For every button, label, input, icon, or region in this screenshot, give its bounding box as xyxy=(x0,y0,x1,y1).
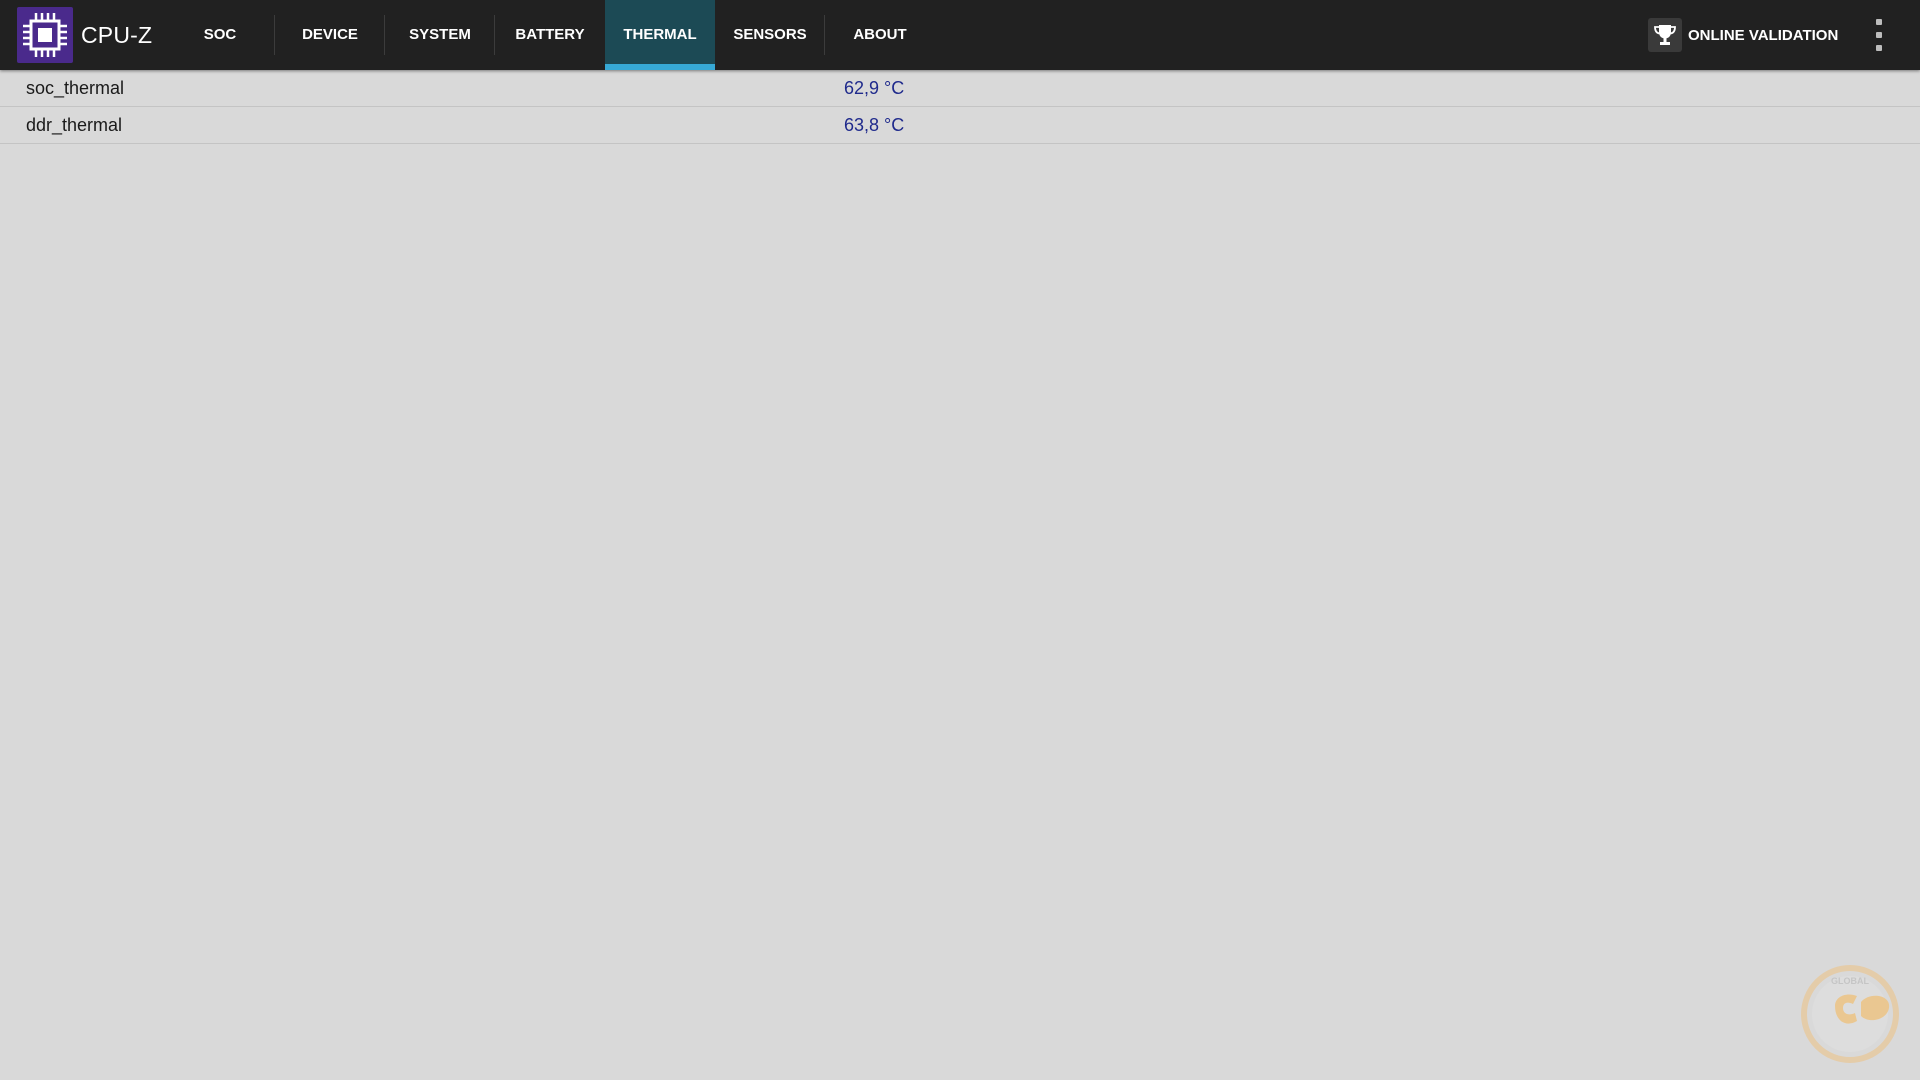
list-item: ddr_thermal 63,8 °C xyxy=(0,107,1920,144)
online-validation-button[interactable]: ONLINE VALIDATION xyxy=(1648,0,1838,70)
app-title: CPU-Z xyxy=(81,22,153,48)
tab-sensors[interactable]: SENSORS xyxy=(715,0,825,70)
trophy-icon xyxy=(1648,18,1682,52)
sensor-name: soc_thermal xyxy=(26,78,125,98)
tab-thermal[interactable]: THERMAL xyxy=(605,0,715,70)
tab-soc[interactable]: SOC xyxy=(165,0,275,70)
top-app-bar: CPU-Z SOC DEVICE SYSTEM BATTERY THERMAL … xyxy=(0,0,1920,70)
sensor-name: ddr_thermal xyxy=(26,115,123,135)
tab-battery[interactable]: BATTERY xyxy=(495,0,605,70)
tab-about[interactable]: ABOUT xyxy=(825,0,935,70)
sensor-value: 63,8 °C xyxy=(844,115,905,135)
overflow-menu-icon[interactable] xyxy=(1866,17,1892,53)
tab-bar: SOC DEVICE SYSTEM BATTERY THERMAL SENSOR… xyxy=(165,0,935,70)
gecid-watermark-logo: GLOBAL xyxy=(1795,962,1915,1066)
watermark-text: GLOBAL xyxy=(1831,976,1869,986)
thermal-list: soc_thermal 62,9 °C ddr_thermal 63,8 °C xyxy=(0,70,1920,144)
tab-system[interactable]: SYSTEM xyxy=(385,0,495,70)
cpu-z-app: CPU-Z SOC DEVICE SYSTEM BATTERY THERMAL … xyxy=(0,0,1920,1080)
cpu-chip-icon xyxy=(17,7,73,63)
sensor-value: 62,9 °C xyxy=(844,78,905,98)
tab-device[interactable]: DEVICE xyxy=(275,0,385,70)
list-item: soc_thermal 62,9 °C xyxy=(0,70,1920,107)
online-validation-label: ONLINE VALIDATION xyxy=(1688,26,1839,44)
